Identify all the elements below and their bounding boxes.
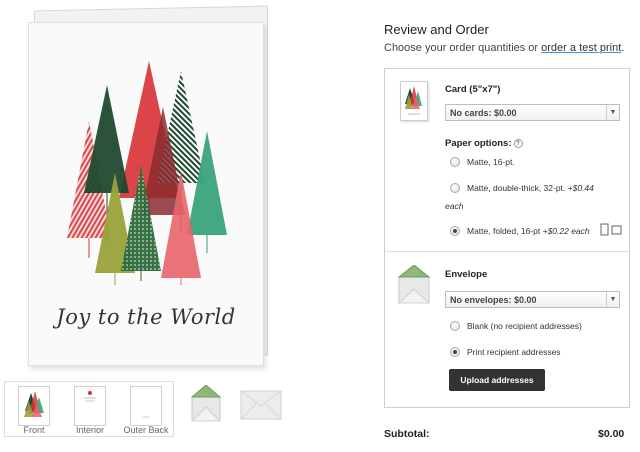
- test-print-link[interactable]: order a test print: [541, 42, 621, 54]
- paper-options-text: Paper options:: [445, 138, 512, 149]
- thumb-label-outer-back: Outer Back: [123, 425, 169, 435]
- paper-option-double-thick-each: each: [445, 201, 464, 211]
- help-icon[interactable]: ?: [513, 139, 523, 148]
- chevron-down-icon: ▼: [606, 292, 619, 307]
- subtotal-label: Subtotal:: [384, 428, 430, 440]
- upload-addresses-button[interactable]: Upload addresses: [449, 369, 545, 391]
- paper-options-label: Paper options:?: [445, 138, 523, 149]
- subtotal-value: $0.00: [598, 428, 625, 440]
- review-title: Review and Order: [384, 22, 489, 37]
- thumb-label-front: Front: [23, 425, 45, 435]
- envelope-print-addresses-radio[interactable]: [450, 347, 460, 357]
- thumb-outer-back[interactable]: [130, 386, 162, 426]
- subtitle-suffix: .: [621, 42, 625, 54]
- envelope-quantity-select[interactable]: No envelopes: $0.00 ▼: [445, 291, 620, 308]
- paper-option-double-thick-radio[interactable]: [450, 183, 460, 193]
- card-quantity-value: No cards: $0.00: [450, 108, 517, 118]
- thumb-label-interior: Interior: [75, 425, 104, 435]
- paper-option-matte-16pt-radio[interactable]: [450, 157, 460, 167]
- card-greeting: Joy to the World: [56, 305, 236, 329]
- thumbnail-strip: Front Interior Outer Back: [4, 381, 174, 437]
- envelope-print-addresses-label: Print recipient addresses: [467, 347, 561, 357]
- envelope-plain-icon: [240, 390, 282, 420]
- paper-option-matte-16pt-label: Matte, 16-pt.: [467, 157, 515, 167]
- card-quantity-select[interactable]: No cards: $0.00 ▼: [445, 104, 620, 121]
- envelope-green-icon: [190, 384, 222, 422]
- thumb-interior[interactable]: [74, 386, 106, 426]
- card-preview: Joy to the World: [28, 5, 268, 366]
- envelope-label: Envelope: [445, 269, 488, 280]
- paper-option-folded-radio[interactable]: [450, 226, 460, 236]
- card-product-trees-icon: [405, 86, 422, 115]
- envelope-plain-thumbnail[interactable]: [240, 390, 282, 425]
- paper-option-folded-label: Matte, folded, 16-pt +$0.22 each: [467, 226, 590, 236]
- review-subtitle: Choose your order quantities or order a …: [384, 42, 624, 54]
- envelope-blank-radio[interactable]: [450, 321, 460, 331]
- card-product-image: [400, 81, 428, 121]
- subtitle-prefix: Choose your order quantities or: [384, 42, 542, 54]
- interior-thumbnail-icon: [84, 391, 96, 402]
- envelope-blank-label: Blank (no recipient addresses): [467, 321, 582, 331]
- envelope-product-icon: [397, 265, 431, 304]
- envelope-green-thumbnail[interactable]: [190, 384, 222, 428]
- order-panel: Card (5"x7") No cards: $0.00 ▼ Paper opt…: [384, 68, 630, 408]
- card-size-label: Card (5"x7"): [445, 84, 501, 95]
- section-divider: [385, 251, 629, 252]
- folded-card-icon: [600, 223, 622, 236]
- paper-option-double-thick-label: Matte, double-thick, 32-pt. +$0.44: [467, 183, 594, 193]
- trees-thumbnail-icon: [24, 391, 44, 417]
- card-front: Joy to the World: [28, 22, 264, 366]
- chevron-down-icon: ▼: [606, 105, 619, 120]
- thumb-front[interactable]: [18, 386, 50, 426]
- outer-back-thumbnail-icon: [143, 416, 149, 418]
- envelope-quantity-value: No envelopes: $0.00: [450, 295, 537, 305]
